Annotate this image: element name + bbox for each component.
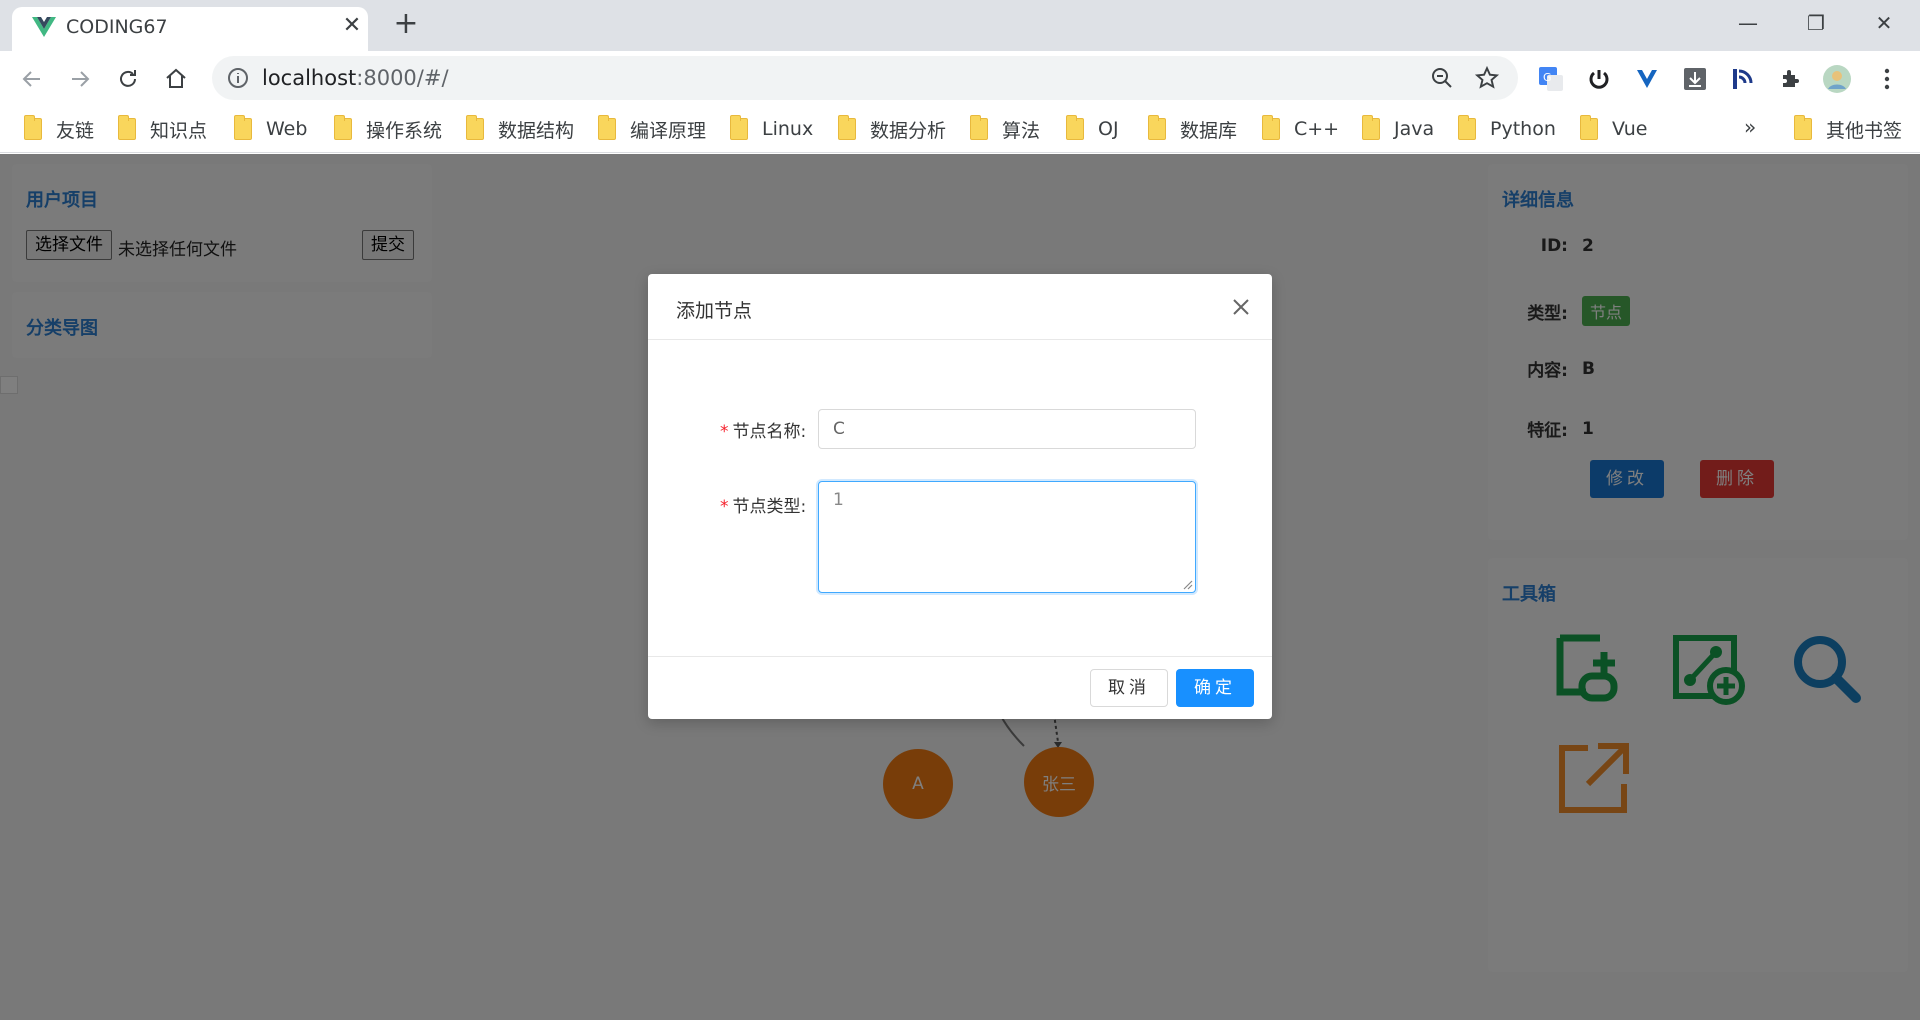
tab-close-icon[interactable]: ✕ xyxy=(338,12,366,40)
node-name-input[interactable]: C xyxy=(818,409,1196,449)
required-mark: * xyxy=(720,497,729,517)
zoom-out-icon[interactable] xyxy=(1430,66,1454,90)
bookmark-folder[interactable]: 数据结构 xyxy=(466,115,574,143)
bookmark-folder[interactable]: 操作系统 xyxy=(334,115,442,143)
bookmark-folder[interactable]: 知识点 xyxy=(118,115,207,143)
bookmark-folder[interactable]: 算法 xyxy=(970,115,1040,143)
reload-icon xyxy=(120,70,136,87)
required-mark: * xyxy=(720,422,729,442)
node-type-label: * 节点类型: xyxy=(720,497,807,517)
folder-icon xyxy=(598,115,616,140)
bookmark-folder[interactable]: 友链 xyxy=(24,115,94,143)
folder-icon xyxy=(1580,115,1598,140)
folder-icon xyxy=(1794,115,1812,140)
bookmark-folder[interactable]: C++ xyxy=(1262,115,1339,143)
browser-menu-icon[interactable] xyxy=(1872,64,1902,94)
folder-icon xyxy=(838,115,856,140)
folder-icon xyxy=(234,115,252,140)
bookmarks-bar: 友链 知识点 Web 操作系统 数据结构 编译原理 Linux 数据分析 算法 … xyxy=(0,105,1920,153)
tab-strip: CODING67 ✕ + — ❐ ✕ xyxy=(0,0,1920,51)
power-extension-icon[interactable] xyxy=(1584,64,1614,94)
folder-icon xyxy=(1066,115,1084,140)
bookmark-folder[interactable]: Java xyxy=(1362,115,1434,143)
bookmarks-overflow-button[interactable]: » xyxy=(1744,115,1756,139)
folder-icon xyxy=(730,115,748,140)
other-bookmarks-folder[interactable]: 其他书签 xyxy=(1794,115,1902,143)
new-tab-button[interactable]: + xyxy=(390,9,422,41)
folder-icon xyxy=(1458,115,1476,140)
translate-extension-icon[interactable]: G xyxy=(1536,64,1566,94)
profile-avatar[interactable] xyxy=(1822,64,1852,94)
folder-icon xyxy=(1362,115,1380,140)
arrow-left-icon xyxy=(22,71,40,87)
folder-icon xyxy=(118,115,136,140)
bookmark-star-icon[interactable] xyxy=(1474,65,1500,91)
info-icon[interactable] xyxy=(226,66,250,90)
node-type-textarea[interactable]: 1 xyxy=(818,481,1196,593)
vue-logo-icon xyxy=(32,17,56,37)
folder-icon xyxy=(466,115,484,140)
folder-icon xyxy=(1262,115,1280,140)
node-type-value: 1 xyxy=(833,490,844,510)
address-bar[interactable]: localhost:8000/#/ xyxy=(212,56,1518,100)
minimize-button[interactable]: — xyxy=(1728,8,1768,38)
home-icon xyxy=(166,68,186,88)
folder-icon xyxy=(970,115,988,140)
download-extension-icon[interactable] xyxy=(1680,64,1710,94)
home-button[interactable] xyxy=(160,63,192,95)
folder-icon xyxy=(334,115,352,140)
folder-icon xyxy=(1148,115,1166,140)
restore-button[interactable]: ❐ xyxy=(1796,8,1836,38)
tab-title: CODING67 xyxy=(66,16,168,38)
confirm-button[interactable]: 确定 xyxy=(1176,669,1254,707)
close-icon[interactable] xyxy=(1230,296,1252,318)
extensions-puzzle-icon[interactable] xyxy=(1776,64,1806,94)
folder-icon xyxy=(24,115,42,140)
bookmark-folder[interactable]: Python xyxy=(1458,115,1556,143)
dialog-footer: 取消 确定 xyxy=(648,656,1272,719)
url-text[interactable]: localhost:8000/#/ xyxy=(262,66,449,90)
rss-extension-icon[interactable] xyxy=(1728,64,1758,94)
arrow-right-icon xyxy=(72,71,90,87)
browser-tab[interactable]: CODING67 ✕ xyxy=(12,7,368,51)
vue-devtools-extension-icon[interactable] xyxy=(1632,64,1662,94)
bookmark-folder[interactable]: Linux xyxy=(730,115,813,143)
bookmark-folder[interactable]: Vue xyxy=(1580,115,1647,143)
forward-button[interactable] xyxy=(64,63,96,95)
svg-text:G: G xyxy=(1543,71,1552,84)
bookmark-folder[interactable]: Web xyxy=(234,115,307,143)
bookmark-folder[interactable]: 编译原理 xyxy=(598,115,706,143)
browser-toolbar: localhost:8000/#/ G xyxy=(0,51,1920,105)
close-window-button[interactable]: ✕ xyxy=(1864,8,1904,38)
dialog-title: 添加节点 xyxy=(676,300,753,322)
add-node-dialog: 添加节点 * 节点名称: C * 节点类型: 1 取消 确定 xyxy=(648,274,1272,719)
resize-handle-icon[interactable] xyxy=(1181,578,1193,590)
node-name-label: * 节点名称: xyxy=(720,422,807,442)
reload-button[interactable] xyxy=(112,63,144,95)
cancel-button[interactable]: 取消 xyxy=(1090,669,1168,707)
bookmark-folder[interactable]: 数据分析 xyxy=(838,115,946,143)
back-button[interactable] xyxy=(16,63,48,95)
bookmark-folder[interactable]: 数据库 xyxy=(1148,115,1237,143)
bookmark-folder[interactable]: OJ xyxy=(1066,115,1119,143)
dialog-header: 添加节点 xyxy=(648,274,1272,340)
